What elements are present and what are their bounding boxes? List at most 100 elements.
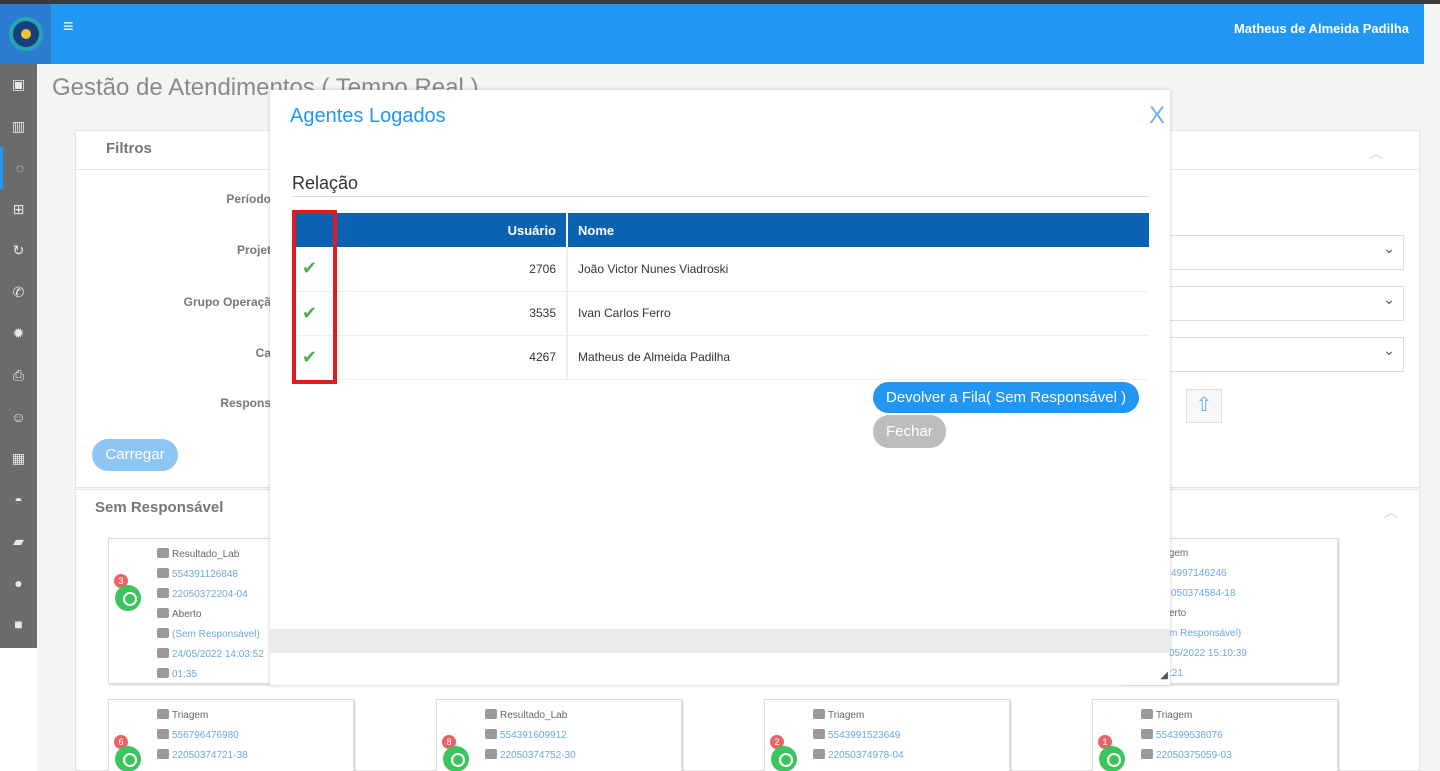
protocol-text: 22050374721-38 xyxy=(157,749,248,761)
date-text: 05/2022 15:10:39 xyxy=(1169,648,1247,659)
user-icon xyxy=(157,729,169,739)
whatsapp-icon[interactable]: ◌ xyxy=(0,147,37,189)
refresh-icon[interactable]: ↻ xyxy=(0,230,37,272)
ticket-card[interactable]: 6 Triagem 556796476980 22050374721-38 xyxy=(108,699,354,771)
queue-icon xyxy=(157,709,169,719)
close-icon[interactable]: X xyxy=(1149,102,1165,130)
app-logo[interactable] xyxy=(0,4,51,64)
bar-chart-icon[interactable]: ▥ xyxy=(0,106,37,148)
collapse-chevron-icon[interactable]: ︿ xyxy=(1369,143,1383,163)
filters-heading: Filtros xyxy=(106,140,152,157)
plus-square-icon[interactable]: ⊞ xyxy=(0,189,37,231)
globe-icon xyxy=(157,588,169,598)
phone-icon[interactable]: ✆ xyxy=(0,272,37,314)
protocol-text: 22050375059-03 xyxy=(1141,749,1232,761)
queue-text: Resultado_Lab xyxy=(157,548,239,560)
hamburger-icon[interactable]: ≡ xyxy=(63,16,74,37)
elapsed-text: 01:35 xyxy=(157,668,197,680)
top-bar xyxy=(0,0,1424,64)
calendar-icon[interactable]: ▦ xyxy=(0,438,37,480)
user-name[interactable]: Matheus de Almeida Padilha xyxy=(1234,21,1409,36)
arrow-up-icon[interactable]: ⇧ xyxy=(1186,389,1222,423)
name-cell: Matheus de Almeida Padilha xyxy=(567,335,1149,380)
user-column-header[interactable]: Usuário xyxy=(337,213,568,247)
headset-icon xyxy=(157,628,169,638)
comment-icon[interactable]: ● xyxy=(0,562,37,604)
user-cell: 3535 xyxy=(337,291,568,336)
gear-icon[interactable]: ✹ xyxy=(0,313,37,355)
protocol-text: 22050374978-04 xyxy=(813,749,904,761)
name-cell: Ivan Carlos Ferro xyxy=(567,291,1149,336)
ticket-card[interactable]: 3 Resultado_Lab 554391126848 22050372204… xyxy=(108,538,273,684)
modal-divider xyxy=(292,196,1149,197)
calendar-icon xyxy=(157,648,169,658)
status-text: erto xyxy=(1169,608,1187,619)
table-row[interactable]: ✔ 2706 João Victor Nunes Viadroski xyxy=(292,247,1149,292)
chat-icon[interactable]: ▰ xyxy=(0,521,37,563)
name-column-header[interactable]: Nome xyxy=(567,213,1149,247)
return-to-queue-button[interactable]: Devolver a Fila( Sem Responsável ) xyxy=(873,382,1140,413)
logged-agents-modal: Agentes Logados X Relação Usuário Nome ✔… xyxy=(270,90,1170,685)
ticket-card[interactable]: 8 Resultado_Lab 554391609912 22050374752… xyxy=(436,699,682,771)
collapse-chevron-icon[interactable]: ︿ xyxy=(1384,502,1398,522)
user-cell: 4267 xyxy=(337,335,568,380)
phone-text: 4997146246 xyxy=(1171,568,1227,579)
load-button[interactable]: Carregar xyxy=(92,439,178,471)
table-row[interactable]: ✔ 4267 Matheus de Almeida Padilha xyxy=(292,335,1149,380)
name-cell: João Victor Nunes Viadroski xyxy=(567,247,1149,292)
video-icon[interactable]: ■ xyxy=(0,604,37,646)
smile-icon[interactable]: ☺ xyxy=(0,396,37,438)
protocol-text: 22050374752-30 xyxy=(485,749,576,761)
user-icon xyxy=(813,729,825,739)
queue-text: Resultado_Lab xyxy=(485,709,567,721)
whatsapp-icon xyxy=(1099,746,1125,771)
unassigned-heading: Sem Responsável xyxy=(95,499,224,516)
server-icon xyxy=(157,608,169,618)
owner-text: m Responsável) xyxy=(1169,628,1242,639)
whatsapp-icon xyxy=(443,746,469,771)
whatsapp-icon xyxy=(115,746,141,771)
sidebar-bottom-blank xyxy=(0,648,37,771)
modal-footer xyxy=(270,629,1170,653)
globe-icon xyxy=(157,749,169,759)
dashboard-icon[interactable]: ◓ xyxy=(0,479,37,521)
user-cell: 2706 xyxy=(337,247,568,292)
print-icon[interactable]: ⎙ xyxy=(0,355,37,397)
owner-text: (Sem Responsável) xyxy=(157,628,260,640)
whatsapp-icon xyxy=(115,585,141,611)
briefcase-icon[interactable]: ▣ xyxy=(0,64,37,106)
whatsapp-icon xyxy=(771,746,797,771)
project-label: Projet xyxy=(236,243,271,257)
date-text: 24/05/2022 14:03:52 xyxy=(157,648,264,660)
window-top-stripe xyxy=(0,0,1440,4)
phone-text: 5543991523649 xyxy=(813,729,900,741)
phone-text: 554391609912 xyxy=(485,729,567,741)
responsible-label: Respons xyxy=(220,396,271,410)
project-select[interactable] xyxy=(1150,235,1404,270)
queue-icon xyxy=(157,548,169,558)
user-icon xyxy=(485,729,497,739)
logo-icon xyxy=(8,17,43,51)
queue-text: Triagem xyxy=(157,709,208,721)
user-icon xyxy=(1141,729,1153,739)
resize-grip-icon[interactable]: ◢ xyxy=(1160,670,1168,681)
ticket-card[interactable]: 1 Triagem 554399538076 22050375059-03 xyxy=(1092,699,1338,771)
table-header-row: Usuário Nome xyxy=(292,213,1149,247)
globe-icon xyxy=(1141,749,1153,759)
table-row[interactable]: ✔ 3535 Ivan Carlos Ferro xyxy=(292,291,1149,336)
globe-icon xyxy=(485,749,497,759)
agents-table: Usuário Nome ✔ 2706 João Victor Nunes Vi… xyxy=(292,213,1149,380)
modal-subtitle: Relação xyxy=(292,173,359,193)
close-button[interactable]: Fechar xyxy=(873,415,946,448)
queue-icon xyxy=(813,709,825,719)
clock-icon xyxy=(157,668,169,678)
field4-select[interactable] xyxy=(1150,337,1404,372)
protocol-text: 22050372204-04 xyxy=(157,588,248,600)
phone-text: 554391126848 xyxy=(157,568,238,580)
queue-text: Triagem xyxy=(813,709,864,721)
operation-group-select[interactable] xyxy=(1150,286,1404,321)
queue-icon xyxy=(1141,709,1153,719)
ticket-card[interactable]: 2 Triagem 5543991523649 22050374978-04 xyxy=(764,699,1010,771)
elapsed-text: :21 xyxy=(1169,668,1183,679)
queue-icon xyxy=(485,709,497,719)
